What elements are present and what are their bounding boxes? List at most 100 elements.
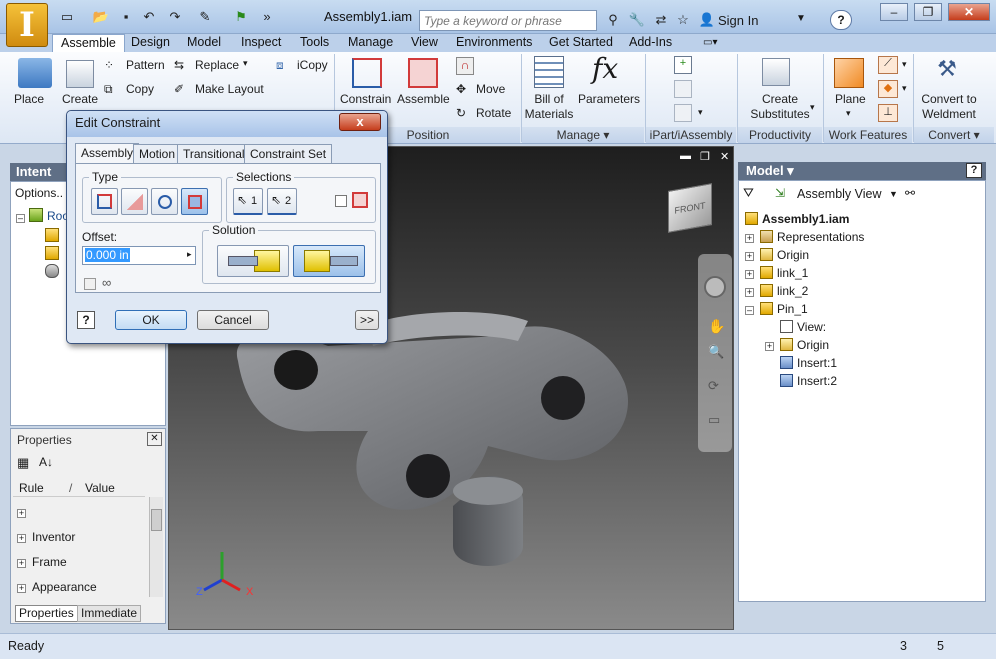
orbit-icon[interactable]: ⟳ [708,378,719,394]
rotate-button[interactable]: Rotate [476,106,511,120]
bill-of-materials-button[interactable]: Bill of Materials [524,92,574,122]
viewcube[interactable]: FRONT [668,183,712,233]
property-row-inventor[interactable]: + Inventor [17,530,75,544]
selection-1-button[interactable]: ⇖ 1 [233,188,263,215]
convert-panel-title[interactable]: Convert ▾ [914,127,994,143]
zoom-icon[interactable]: 🔍 [708,344,724,360]
cancel-button[interactable]: Cancel [197,310,269,330]
app-logo[interactable]: I [6,3,48,47]
more-options-button[interactable]: >> [355,310,379,330]
view-dropdown-icon[interactable]: ▼ [889,189,898,199]
tab-get-started[interactable]: Get Started [549,34,613,52]
replace-dropdown-icon[interactable]: ▾ [243,58,248,69]
tree-item-link-2[interactable]: + link_2 [745,282,975,300]
value-column-header[interactable]: Value [85,479,115,497]
binoculars-icon[interactable]: ⚲ [604,12,622,28]
tangent-constraint-button[interactable] [151,188,178,215]
plane-dropdown-icon[interactable]: ▾ [846,108,851,119]
pattern-button[interactable]: Pattern [126,58,165,72]
scrollbar-thumb[interactable] [151,509,162,531]
ipart-create-icon[interactable]: + [674,56,692,74]
replace-button[interactable]: Replace [195,58,239,72]
tab-immediate[interactable]: Immediate [77,605,142,622]
ipart-panel-title[interactable]: iPart/iAssembly [646,127,736,143]
copy-button[interactable]: Copy [126,82,154,96]
undo-icon[interactable]: ↶ [140,9,158,25]
model-help-icon[interactable]: ? [966,163,982,178]
place-button[interactable]: Place [14,92,44,106]
alphabetical-sort-icon[interactable]: A↓ [39,455,53,469]
plane-icon[interactable] [834,58,864,88]
create-substitutes-button[interactable]: Create Substitutes [744,92,816,122]
create-button[interactable]: Create [62,92,98,106]
pattern-icon[interactable]: ⁘ [104,58,114,72]
ok-button[interactable]: OK [115,310,187,330]
create-component-icon[interactable] [66,60,94,88]
minimize-button[interactable]: – [880,3,908,21]
work-axis-icon[interactable]: ⟋ [878,56,898,74]
wrench-icon[interactable]: 🔧 [628,12,646,28]
new-icon[interactable]: ▭ [58,9,76,25]
rule-column-header[interactable]: Rule [19,479,44,497]
show-preview-checkbox[interactable] [84,278,96,290]
solution-aligned-button[interactable] [293,245,365,277]
constrain-button[interactable]: Constrain [340,92,391,106]
tree-item-view[interactable]: +View: [745,318,975,336]
expand-icon[interactable]: + [765,342,774,351]
offset-input[interactable]: 0.000 in ▸ [82,246,196,265]
offset-arrow-icon[interactable]: ▸ [187,249,192,260]
assemble-button[interactable]: Assemble [397,92,450,106]
favorites-star-icon[interactable]: ☆ [674,12,692,28]
search-input[interactable]: Type a keyword or phrase [419,10,597,31]
rotate-icon[interactable]: ↻ [456,106,466,120]
move-button[interactable]: Move [476,82,505,96]
tab-add-ins[interactable]: Add-Ins [629,34,672,52]
properties-close-icon[interactable]: ✕ [147,432,162,446]
maximize-button[interactable]: ❐ [914,3,942,21]
offset-value[interactable]: 0.000 in [85,248,130,262]
move-icon[interactable]: ✥ [456,82,466,96]
assembly-view-selector[interactable]: Assembly View [797,187,882,201]
icopy-button[interactable]: iCopy [297,58,328,72]
manage-panel-title[interactable]: Manage ▾ [522,127,644,143]
tab-design[interactable]: Design [131,34,170,52]
expand-icon[interactable]: + [745,234,754,243]
parameters-fx-icon[interactable]: fx [592,52,618,85]
tab-manage[interactable]: Manage [348,34,393,52]
mate-constraint-button[interactable] [91,188,118,215]
make-layout-icon[interactable]: ✐ [174,82,184,96]
sign-in-dropdown-icon[interactable]: ▼ [796,13,806,24]
open-icon[interactable]: 📂 [92,9,110,25]
ipart-table-icon[interactable] [674,104,692,122]
pan-hand-icon[interactable]: ✋ [708,318,725,335]
redo-icon[interactable]: ↷ [166,9,184,25]
copy-icon[interactable]: ⧉ [104,82,113,97]
tree-root-assembly[interactable]: Assembly1.iam [745,210,849,228]
dialog-tab-transitional[interactable]: Transitional [177,144,251,164]
tab-model[interactable]: Model [187,34,221,52]
look-at-icon[interactable]: ▭ [708,412,720,428]
make-layout-button[interactable]: Make Layout [195,82,264,96]
steering-wheel-icon[interactable] [704,276,726,298]
sign-in-link[interactable]: Sign In [718,13,758,28]
point-dropdown-icon[interactable]: ▾ [902,83,907,94]
dialog-help-button[interactable]: ? [77,311,95,329]
substitutes-dropdown-icon[interactable]: ▾ [810,102,815,113]
create-substitutes-icon[interactable] [762,58,790,86]
expand-icon[interactable]: + [745,288,754,297]
icopy-icon[interactable]: ⧈ [276,58,284,73]
ucs-icon[interactable]: ⊥ [878,104,898,122]
axis-dropdown-icon[interactable]: ▾ [902,59,907,70]
tab-view[interactable]: View [411,34,438,52]
tree-item-insert-2[interactable]: +Insert:2 [745,372,975,390]
magnet-icon[interactable]: ∩ [456,57,474,75]
dialog-tab-assembly[interactable]: Assembly [75,143,140,164]
find-binoculars-icon[interactable]: ⚯ [905,186,915,200]
dialog-tab-motion[interactable]: Motion [133,144,182,164]
tab-tools[interactable]: Tools [300,34,329,52]
exchange-icon[interactable]: ⇄ [652,12,670,28]
help-button[interactable]: ? [830,10,852,30]
tree-item-link-1[interactable]: + link_1 [745,264,975,282]
filter-icon[interactable]: ⛛ [743,185,754,201]
replace-icon[interactable]: ⇆ [174,58,184,72]
